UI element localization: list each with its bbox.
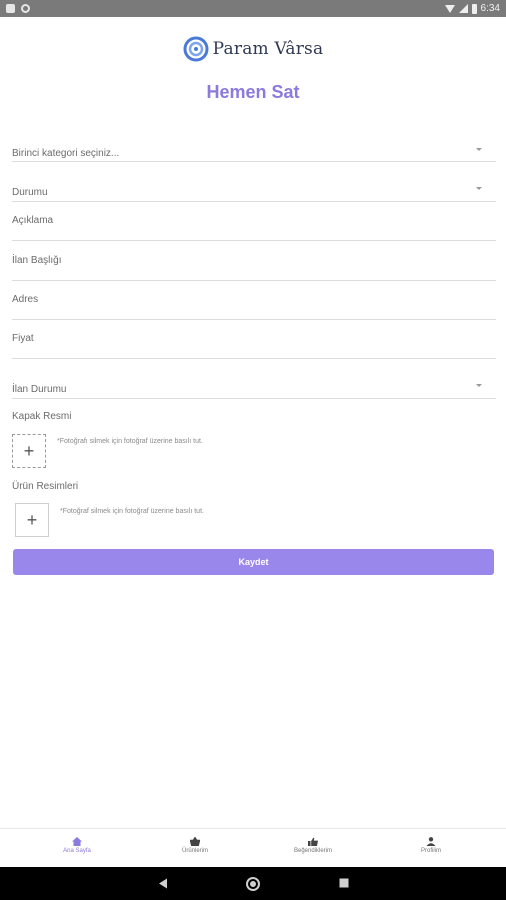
chevron-down-icon bbox=[476, 187, 482, 190]
cover-image-label: Kapak Resmi bbox=[12, 411, 72, 422]
nav-item-my-products[interactable]: Ürünlerim bbox=[155, 837, 235, 854]
battery-icon bbox=[471, 3, 477, 14]
status-bar: 6:34 bbox=[0, 0, 506, 17]
home-icon bbox=[72, 837, 82, 846]
nav-label: Ürünlerim bbox=[181, 848, 208, 854]
recents-icon[interactable] bbox=[339, 878, 349, 888]
thumbs-up-icon bbox=[308, 837, 318, 846]
listing-title-field[interactable]: İlan Başlığı bbox=[12, 248, 496, 281]
description-label: Açıklama bbox=[12, 215, 54, 226]
category-placeholder: Birinci kategori seçiniz... bbox=[12, 148, 120, 159]
nav-label: Ana Sayfa bbox=[63, 848, 91, 854]
system-nav-bar bbox=[0, 867, 506, 900]
home-circle-icon[interactable] bbox=[246, 877, 260, 891]
condition-label: Durumu bbox=[12, 187, 48, 198]
price-label: Fiyat bbox=[12, 333, 34, 344]
address-field[interactable]: Adres bbox=[12, 287, 496, 320]
add-product-image-button[interactable]: + bbox=[15, 503, 49, 537]
chevron-down-icon bbox=[476, 384, 482, 387]
listing-title-label: İlan Başlığı bbox=[12, 255, 62, 266]
clock: 6:34 bbox=[480, 3, 500, 14]
basket-icon bbox=[190, 837, 200, 846]
swirl-logo-icon bbox=[183, 36, 209, 62]
plus-icon: + bbox=[23, 440, 35, 461]
add-cover-image-button[interactable]: + bbox=[12, 434, 46, 468]
condition-select[interactable]: Durumu bbox=[12, 180, 496, 202]
nav-item-favorites[interactable]: Beğendiklerim bbox=[273, 837, 353, 854]
nav-item-home[interactable]: Ana Sayfa bbox=[37, 837, 117, 854]
listing-status-select[interactable]: İlan Durumu bbox=[12, 377, 496, 399]
price-field[interactable]: Fiyat bbox=[12, 326, 496, 359]
signal-icon bbox=[458, 4, 468, 13]
listing-status-label: İlan Durumu bbox=[12, 384, 67, 395]
product-images-label: Ürün Resimleri bbox=[12, 481, 79, 492]
category-select[interactable]: Birinci kategori seçiniz... bbox=[12, 140, 496, 162]
brand-logo: Param Vârsa bbox=[0, 36, 506, 62]
bottom-nav: Ana Sayfa Ürünlerim Beğendiklerim Profil… bbox=[0, 828, 506, 867]
nav-label: Profilim bbox=[420, 848, 441, 854]
nav-item-profile[interactable]: Profilim bbox=[391, 837, 471, 854]
back-icon[interactable] bbox=[158, 878, 168, 889]
nav-label: Beğendiklerim bbox=[293, 848, 333, 854]
save-button[interactable]: Kaydet bbox=[13, 549, 494, 575]
user-icon bbox=[426, 837, 436, 846]
wifi-icon bbox=[444, 4, 455, 13]
sync-icon bbox=[21, 4, 30, 13]
description-field[interactable]: Açıklama bbox=[12, 208, 496, 241]
address-label: Adres bbox=[12, 294, 39, 305]
page-title: Hemen Sat bbox=[206, 82, 300, 102]
chevron-down-icon bbox=[476, 148, 482, 151]
sd-card-icon bbox=[6, 4, 15, 13]
product-images-hint: *Fotoğraf silmek için fotoğraf üzerine b… bbox=[60, 508, 204, 515]
brand-name: Param Vârsa bbox=[212, 39, 324, 59]
cover-image-hint: *Fotoğrafı silmek için fotoğraf üzerine … bbox=[57, 438, 203, 445]
plus-icon: + bbox=[26, 509, 38, 530]
